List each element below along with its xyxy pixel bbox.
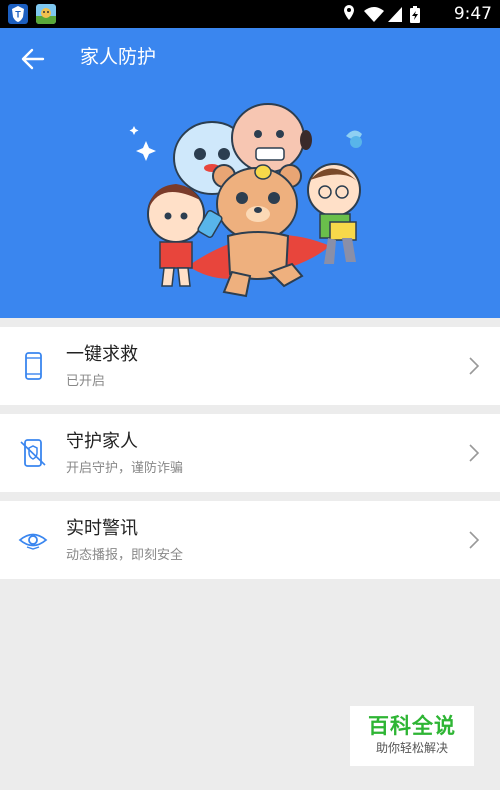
list-item-guard-family[interactable]: 守护家人 开启守护，谨防诈骗 <box>0 414 500 492</box>
list-item-realtime-alerts[interactable]: 实时警讯 动态播报，即刻安全 <box>0 501 500 579</box>
page-title: 家人防护 <box>80 46 157 68</box>
header: 家人防护 <box>0 28 500 318</box>
item-title: 一键求救 <box>66 344 138 365</box>
watermark-badge: 百科全说 助你轻松解决 <box>350 706 474 766</box>
chevron-right-icon <box>469 531 480 549</box>
clock: 9:47 <box>453 4 492 24</box>
back-button[interactable] <box>18 44 48 74</box>
shield-app-icon: T <box>8 4 28 24</box>
eye-icon <box>18 533 48 550</box>
location-icon <box>344 5 354 20</box>
status-bar: T 9:47 <box>0 0 500 28</box>
item-subtitle: 开启守护，谨防诈骗 <box>66 461 184 476</box>
feature-list: 一键求救 已开启 守护家人 开启守护，谨防诈骗 实时警讯 动态播报，即刻安全 <box>0 327 500 588</box>
item-subtitle: 动态播报，即刻安全 <box>66 548 184 563</box>
item-title: 实时警讯 <box>66 518 138 539</box>
svg-text:T: T <box>15 10 21 20</box>
signal-icon <box>388 7 402 22</box>
watermark-subtitle: 助你轻松解决 <box>375 741 448 755</box>
item-title: 守护家人 <box>66 431 138 452</box>
arrow-left-icon <box>21 48 45 70</box>
cartoon-mascots-illustration <box>129 103 362 298</box>
chevron-right-icon <box>469 357 480 375</box>
shield-phone-icon <box>20 439 46 467</box>
watermark-title: 百科全说 <box>368 714 456 738</box>
item-subtitle: 已开启 <box>66 374 106 389</box>
list-item-emergency[interactable]: 一键求救 已开启 <box>0 327 500 405</box>
phone-icon <box>25 352 42 380</box>
battery-icon <box>410 6 420 23</box>
game-app-icon <box>36 4 56 24</box>
wifi-icon <box>364 7 384 22</box>
chevron-right-icon <box>469 444 480 462</box>
